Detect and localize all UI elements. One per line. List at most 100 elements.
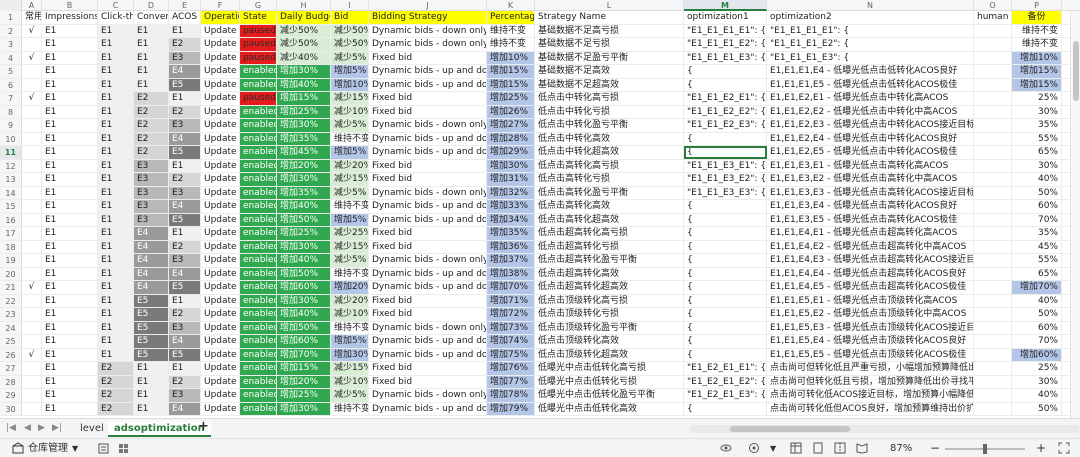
cell-b[interactable]: E1 (42, 159, 98, 172)
cell-g[interactable]: paused (240, 51, 277, 64)
cell-o[interactable] (974, 375, 1012, 388)
cell-c[interactable]: E2 (98, 402, 134, 415)
cell-i[interactable]: 减少20% (331, 294, 369, 307)
cell-a[interactable] (22, 335, 42, 348)
cell-g[interactable]: enabled (240, 362, 277, 375)
cell-n[interactable]: E1,E1,E4,E5 - 低曝光低点击超高转化ACOS极佳 (767, 281, 974, 294)
cell-i[interactable]: 减少10% (331, 105, 369, 118)
cell-n[interactable]: 点击尚可转化低ACOS接近目标，增加预算小幅降低出价 (767, 389, 974, 402)
cell-e[interactable]: E2 (169, 105, 201, 118)
cell-i[interactable]: 减少25% (331, 227, 369, 240)
cell-g[interactable]: enabled (240, 119, 277, 132)
cell-c[interactable]: E2 (98, 362, 134, 375)
cell-p[interactable]: 65% (1012, 267, 1062, 280)
cell-j[interactable]: Fixed bid (369, 375, 487, 388)
column-header-g[interactable]: G (240, 0, 277, 11)
cell-k[interactable]: 维持不变 (487, 38, 535, 51)
column-header-c[interactable]: C (98, 0, 134, 11)
cell-c[interactable]: E1 (98, 200, 134, 213)
cell-e[interactable]: E3 (169, 389, 201, 402)
cell-h[interactable]: 增加70% (277, 348, 331, 361)
cell-i[interactable]: 减少10% (331, 375, 369, 388)
cell-o[interactable] (974, 362, 1012, 375)
cell-i[interactable]: 减少5% (331, 389, 369, 402)
cell-j[interactable]: Dynamic bids - down only (369, 389, 487, 402)
cell-b[interactable]: E1 (42, 240, 98, 253)
cell-d[interactable]: E4 (134, 281, 169, 294)
cell-n[interactable]: 点击尚可转化低但ACOS良好，增加预算维持出价扩大测试 (767, 402, 974, 415)
cell-l[interactable]: 低点击顶级转化高亏损 (535, 294, 684, 307)
cell-e[interactable]: E4 (169, 402, 201, 415)
cell-d[interactable]: E5 (134, 308, 169, 321)
cell-i[interactable]: 维持不变 (331, 132, 369, 145)
cell-f[interactable]: Update (201, 119, 240, 132)
header-cell[interactable]: Bid (331, 11, 369, 24)
cell-a[interactable]: √ (22, 92, 42, 105)
cell-p[interactable]: 70% (1012, 335, 1062, 348)
row-number[interactable]: 4 (0, 51, 22, 64)
reading-mode-icon[interactable] (856, 439, 868, 457)
row-number[interactable]: 28 (0, 375, 22, 388)
page-layout-icon[interactable] (812, 439, 824, 457)
cell-p[interactable]: 25% (1012, 362, 1062, 375)
page-break-icon[interactable] (834, 439, 846, 457)
cell-p[interactable]: 维持不变 (1012, 24, 1062, 37)
cell-j[interactable]: Fixed bid (369, 51, 487, 64)
cell-j[interactable]: Dynamic bids - up and down (369, 78, 487, 91)
cell-d[interactable]: E1 (134, 362, 169, 375)
row-number[interactable]: 17 (0, 227, 22, 240)
prev-sheet-icon[interactable]: ◀ (24, 423, 31, 433)
cell-k[interactable]: 增加75% (487, 348, 535, 361)
cell-o[interactable] (974, 24, 1012, 37)
cell-l[interactable]: 低点击高转化超高效 (535, 213, 684, 226)
cell-b[interactable]: E1 (42, 362, 98, 375)
row-number[interactable]: 18 (0, 240, 22, 253)
cell-a[interactable] (22, 389, 42, 402)
cell-p[interactable]: 60% (1012, 321, 1062, 334)
cell-h[interactable]: 增加30% (277, 173, 331, 186)
cell-l[interactable]: 低点击高转化高效 (535, 200, 684, 213)
cell-n[interactable]: "E1_E1_E1_E3": { (767, 51, 974, 64)
cell-n[interactable]: 点击尚可但转化低且亏损，增加预算降低出价寻找平衡 (767, 375, 974, 388)
cell-h[interactable]: 减少50% (277, 24, 331, 37)
cell-p[interactable]: 35% (1012, 227, 1062, 240)
cell-h[interactable]: 增加35% (277, 132, 331, 145)
cell-o[interactable] (974, 119, 1012, 132)
cell-a[interactable] (22, 132, 42, 145)
cell-f[interactable]: Update (201, 200, 240, 213)
cell-f[interactable]: Update (201, 105, 240, 118)
cell-i[interactable]: 减少5% (331, 254, 369, 267)
cell-i[interactable]: 减少5% (331, 51, 369, 64)
row-number[interactable]: 3 (0, 38, 22, 51)
cell-e[interactable]: E3 (169, 51, 201, 64)
cell-p[interactable]: 维持不变 (1012, 38, 1062, 51)
cell-o[interactable] (974, 402, 1012, 415)
cell-d[interactable]: E3 (134, 186, 169, 199)
cell-c[interactable]: E1 (98, 146, 134, 159)
cell-k[interactable]: 增加31% (487, 173, 535, 186)
cell-c[interactable]: E1 (98, 38, 134, 51)
row-number[interactable]: 15 (0, 200, 22, 213)
cell-c[interactable]: E1 (98, 308, 134, 321)
cell-d[interactable]: E2 (134, 132, 169, 145)
cell-i[interactable]: 减少15% (331, 173, 369, 186)
cell-i[interactable]: 维持不变 (331, 402, 369, 415)
cell-j[interactable]: Dynamic bids - up and down (369, 348, 487, 361)
cell-i[interactable]: 增加5% (331, 335, 369, 348)
cell-m[interactable]: { (684, 348, 767, 361)
cell-j[interactable]: Dynamic bids - down only (369, 38, 487, 51)
cell-d[interactable]: E5 (134, 321, 169, 334)
cell-k[interactable]: 增加15% (487, 78, 535, 91)
eye-protect-icon[interactable] (720, 439, 732, 457)
cell-g[interactable]: enabled (240, 294, 277, 307)
cell-e[interactable]: E1 (169, 24, 201, 37)
cell-h[interactable]: 增加30% (277, 119, 331, 132)
cell-l[interactable]: 低点击高转化亏损 (535, 173, 684, 186)
header-cell[interactable]: Strategy Name (535, 11, 684, 24)
cell-l[interactable]: 低点击高转化盈亏平衡 (535, 186, 684, 199)
cell-a[interactable] (22, 119, 42, 132)
cell-p[interactable]: 45% (1012, 240, 1062, 253)
cell-k[interactable]: 增加32% (487, 186, 535, 199)
cell-k[interactable]: 增加74% (487, 335, 535, 348)
vertical-scrollbar[interactable] (1070, 11, 1080, 418)
